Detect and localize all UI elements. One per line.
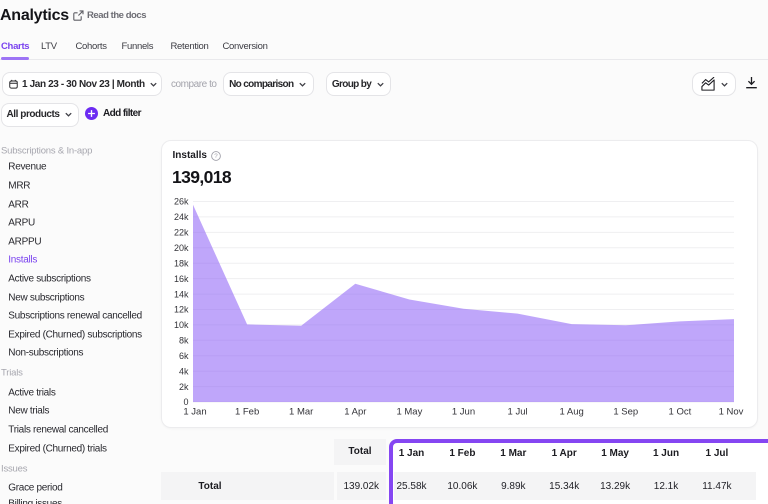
svg-text:1 Jun: 1 Jun bbox=[452, 407, 475, 418]
svg-text:1 Jan: 1 Jan bbox=[183, 407, 206, 418]
svg-text:1 Sep: 1 Sep bbox=[613, 407, 638, 418]
svg-text:1 Apr: 1 Apr bbox=[344, 407, 366, 418]
svg-text:1 Feb: 1 Feb bbox=[235, 407, 259, 418]
svg-text:1 May: 1 May bbox=[396, 407, 422, 418]
svg-text:14k: 14k bbox=[174, 289, 189, 299]
svg-text:1 Mar: 1 Mar bbox=[289, 407, 313, 418]
svg-text:1 Jul: 1 Jul bbox=[508, 407, 528, 418]
svg-text:1 Aug: 1 Aug bbox=[560, 407, 584, 418]
svg-text:24k: 24k bbox=[174, 212, 189, 222]
svg-text:4k: 4k bbox=[179, 366, 189, 376]
svg-text:1 Nov: 1 Nov bbox=[719, 407, 744, 418]
svg-text:6k: 6k bbox=[179, 351, 189, 361]
svg-text:20k: 20k bbox=[174, 243, 189, 253]
svg-text:26k: 26k bbox=[174, 197, 189, 207]
svg-text:8k: 8k bbox=[179, 336, 189, 346]
svg-text:2k: 2k bbox=[179, 382, 189, 392]
svg-text:18k: 18k bbox=[174, 258, 189, 268]
svg-text:22k: 22k bbox=[174, 228, 189, 238]
svg-text:1 Oct: 1 Oct bbox=[669, 407, 692, 418]
svg-text:16k: 16k bbox=[174, 274, 189, 284]
svg-text:12k: 12k bbox=[174, 305, 189, 315]
svg-text:10k: 10k bbox=[174, 320, 189, 330]
